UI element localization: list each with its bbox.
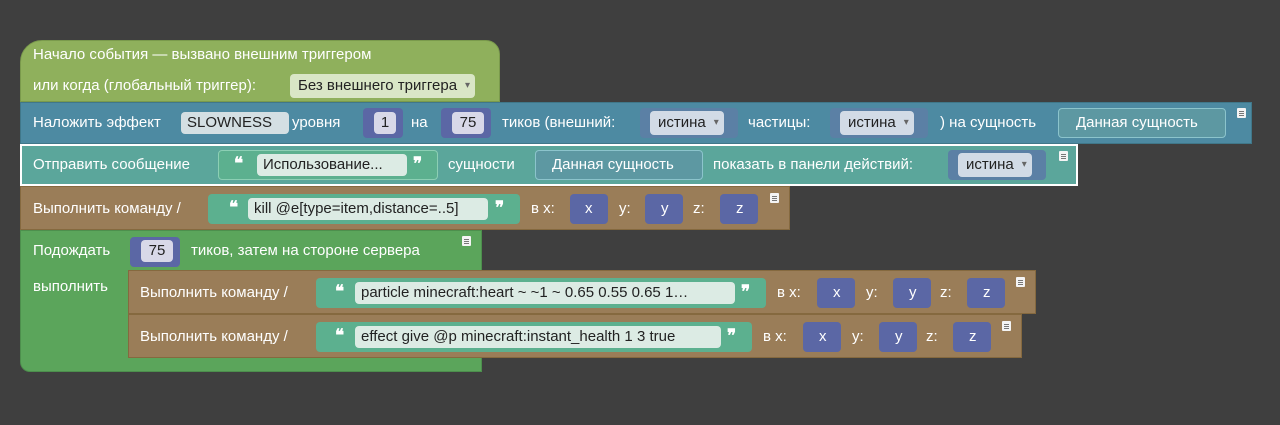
command2-x-label: в x: xyxy=(777,284,801,301)
command2-z-label: z: xyxy=(940,284,952,301)
command2-y-label: y: xyxy=(866,284,878,301)
chevron-down-icon: ▾ xyxy=(465,80,471,91)
command1-label: Выполнить команду / xyxy=(33,200,181,217)
potion-label-3: на xyxy=(411,114,428,131)
command2-x-value: x xyxy=(833,284,841,301)
quote-open-icon: ❝ xyxy=(229,198,239,217)
comment-icon[interactable] xyxy=(1016,277,1025,287)
actionbar-value: истина xyxy=(966,156,1014,173)
event-title-line2: или когда (глобальный триггер): xyxy=(33,77,257,94)
chevron-down-icon: ▾ xyxy=(713,117,719,128)
comment-icon[interactable] xyxy=(1002,321,1011,331)
comment-icon[interactable] xyxy=(1237,108,1246,118)
ambient-value: истина xyxy=(658,114,706,131)
potion-label-6: ) на сущность xyxy=(940,114,1037,131)
command3-z-label: z: xyxy=(926,328,938,345)
command1-x-label: в x: xyxy=(531,200,555,217)
message-text-input[interactable]: Использование... xyxy=(257,154,407,176)
message-entity-value[interactable]: Данная сущность xyxy=(552,156,674,174)
command3-y-label: y: xyxy=(852,328,864,345)
command2-y-value: y xyxy=(909,284,917,301)
command1-y-label: y: xyxy=(619,200,631,217)
command1-x-value: x xyxy=(585,200,593,217)
quote-open-icon: ❝ xyxy=(335,326,345,345)
wait-label-1: Подождать xyxy=(33,242,111,259)
command2-label: Выполнить команду / xyxy=(140,284,288,301)
ambient-dropdown[interactable]: истина ▾ xyxy=(650,111,724,135)
quote-close-icon: ❞ xyxy=(741,282,751,301)
wait-block-footer xyxy=(20,358,482,372)
quote-close-icon: ❞ xyxy=(495,198,505,217)
wait-label-2: тиков, затем на стороне сервера xyxy=(191,242,420,259)
particles-value: истина xyxy=(848,114,896,131)
particles-dropdown[interactable]: истина ▾ xyxy=(840,111,914,135)
wait-ticks-input[interactable]: 75 xyxy=(141,240,173,262)
effect-type-field[interactable]: SLOWNESS xyxy=(181,112,289,134)
command3-y-value: y xyxy=(895,328,903,345)
potion-label-4: тиков (внешний: xyxy=(502,114,616,131)
command3-x-value: x xyxy=(819,328,827,345)
command3-label: Выполнить команду / xyxy=(140,328,288,345)
command2-text-input[interactable]: particle minecraft:heart ~ ~1 ~ 0.65 0.5… xyxy=(355,282,735,304)
potion-label-1: Наложить эффект xyxy=(33,114,161,131)
quote-close-icon: ❞ xyxy=(727,326,737,345)
comment-icon[interactable] xyxy=(1059,151,1068,161)
event-title-line1: Начало события — вызвано внешним триггер… xyxy=(33,46,372,63)
quote-close-icon: ❞ xyxy=(413,154,423,173)
potion-label-5: частицы: xyxy=(748,114,811,131)
command1-y-value: y xyxy=(661,200,669,217)
command2-z-value: z xyxy=(983,284,991,301)
comment-icon[interactable] xyxy=(462,236,471,246)
chevron-down-icon: ▾ xyxy=(1021,159,1027,170)
message-label-3: показать в панели действий: xyxy=(713,156,914,173)
chevron-down-icon: ▾ xyxy=(903,117,909,128)
effect-level-input[interactable]: 1 xyxy=(374,112,396,134)
global-trigger-value: Без внешнего триггера xyxy=(298,77,458,94)
comment-icon[interactable] xyxy=(770,193,779,203)
command1-z-value: z xyxy=(736,200,744,217)
effect-duration-input[interactable]: 75 xyxy=(452,112,484,134)
command1-text-input[interactable]: kill @e[type=item,distance=..5] xyxy=(248,198,488,220)
command3-z-value: z xyxy=(969,328,977,345)
command3-x-label: в x: xyxy=(763,328,787,345)
wait-label-3: выполнить xyxy=(33,278,108,295)
potion-label-2: уровня xyxy=(292,114,341,131)
message-label-1: Отправить сообщение xyxy=(33,156,191,173)
quote-open-icon: ❝ xyxy=(335,282,345,301)
global-trigger-dropdown[interactable]: Без внешнего триггера ▾ xyxy=(290,74,476,98)
command1-z-label: z: xyxy=(693,200,705,217)
potion-entity-value[interactable]: Данная сущность xyxy=(1076,114,1198,132)
quote-open-icon: ❝ xyxy=(234,154,244,173)
actionbar-dropdown[interactable]: истина ▾ xyxy=(958,153,1032,177)
message-label-2: сущности xyxy=(448,156,515,173)
command3-text-input[interactable]: effect give @p minecraft:instant_health … xyxy=(355,326,721,348)
